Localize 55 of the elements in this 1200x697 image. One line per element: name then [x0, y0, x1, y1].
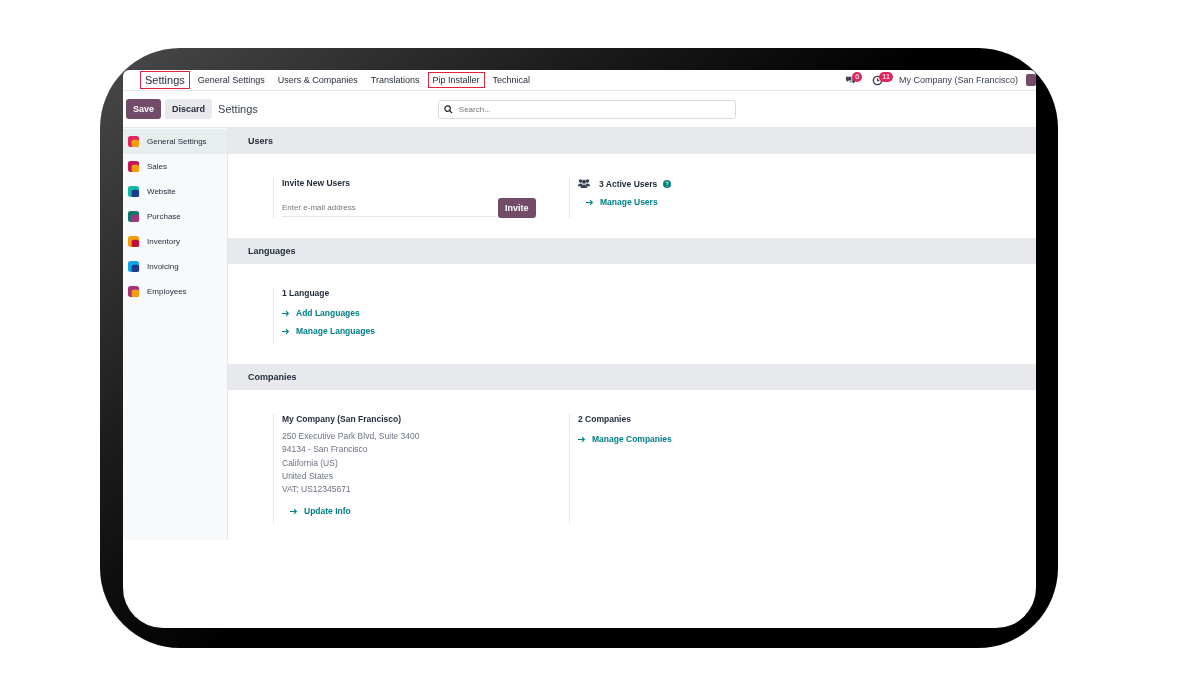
address-line: 250 Executive Park Blvd, Suite 3400	[282, 430, 421, 443]
app-title[interactable]: Settings	[140, 71, 190, 89]
sidebar-item[interactable]: General Settings	[123, 129, 227, 154]
notification-badge: 6	[851, 71, 863, 82]
page-title: Settings	[218, 103, 258, 115]
address-line: 94134 - San Francisco	[282, 443, 369, 457]
setting-title: 3 Active Users	[599, 178, 658, 189]
setting-title: 1 Language	[282, 288, 331, 298]
menu-item[interactable]: Users & Companies	[272, 72, 363, 88]
menu-item[interactable]: General Settings	[192, 72, 270, 88]
sidebar-item[interactable]: Website	[123, 179, 227, 204]
avatar[interactable]	[1026, 74, 1036, 86]
link[interactable]: Manage Companies	[578, 434, 672, 444]
search-field[interactable]: Search...	[437, 99, 736, 119]
link[interactable]: Manage Languages	[282, 326, 375, 336]
setting-title: 2 Companies	[578, 414, 632, 424]
address-line: United States	[282, 469, 335, 483]
sidebar-item[interactable]: Sales	[123, 154, 227, 179]
arrow-icon	[578, 435, 586, 443]
app-icon	[127, 260, 140, 273]
app-icon	[127, 160, 140, 173]
section-title: Languages	[248, 246, 296, 256]
app-icon	[127, 185, 140, 198]
sidebar-item[interactable]: Inventory	[123, 229, 227, 254]
arrow-icon	[586, 198, 594, 206]
app-icon	[127, 135, 140, 148]
app-icon	[127, 210, 140, 223]
setting-title: Invite New Users	[282, 178, 352, 188]
setting-title: My Company (San Francisco)	[282, 414, 403, 424]
menu-item[interactable]: Translations	[365, 72, 425, 88]
sidebar-item[interactable]: Purchase	[123, 204, 227, 229]
help-icon[interactable]	[663, 179, 672, 188]
section-title: Users	[248, 136, 274, 146]
link[interactable]: Add Languages	[282, 308, 360, 318]
users-icon	[577, 178, 591, 189]
sidebar-item[interactable]: Invoicing	[123, 254, 227, 279]
arrow-icon	[282, 327, 290, 335]
company-switcher[interactable]: My Company (San Francisco)	[898, 75, 1018, 85]
notification-badge: 11	[878, 71, 894, 82]
menu-item[interactable]: Technical	[487, 72, 536, 88]
invite-button[interactable]: Invite	[498, 198, 536, 218]
sidebar-item[interactable]: Employees	[123, 279, 227, 304]
arrow-icon	[282, 309, 290, 317]
clock-icon[interactable]	[871, 74, 883, 86]
app-icon	[127, 285, 140, 298]
section-title: Companies	[248, 372, 297, 382]
link[interactable]: Manage Users	[586, 197, 658, 207]
arrow-icon	[290, 508, 298, 515]
save-button[interactable]: Save	[126, 99, 162, 119]
address-line: VAT: US12345671	[282, 483, 352, 497]
address-line: California (US)	[282, 456, 339, 470]
discard-button[interactable]: Discard	[165, 99, 213, 119]
menu-item[interactable]: Pip Installer	[427, 72, 485, 88]
link[interactable]: Update Info	[290, 506, 351, 517]
app-icon	[127, 235, 140, 248]
